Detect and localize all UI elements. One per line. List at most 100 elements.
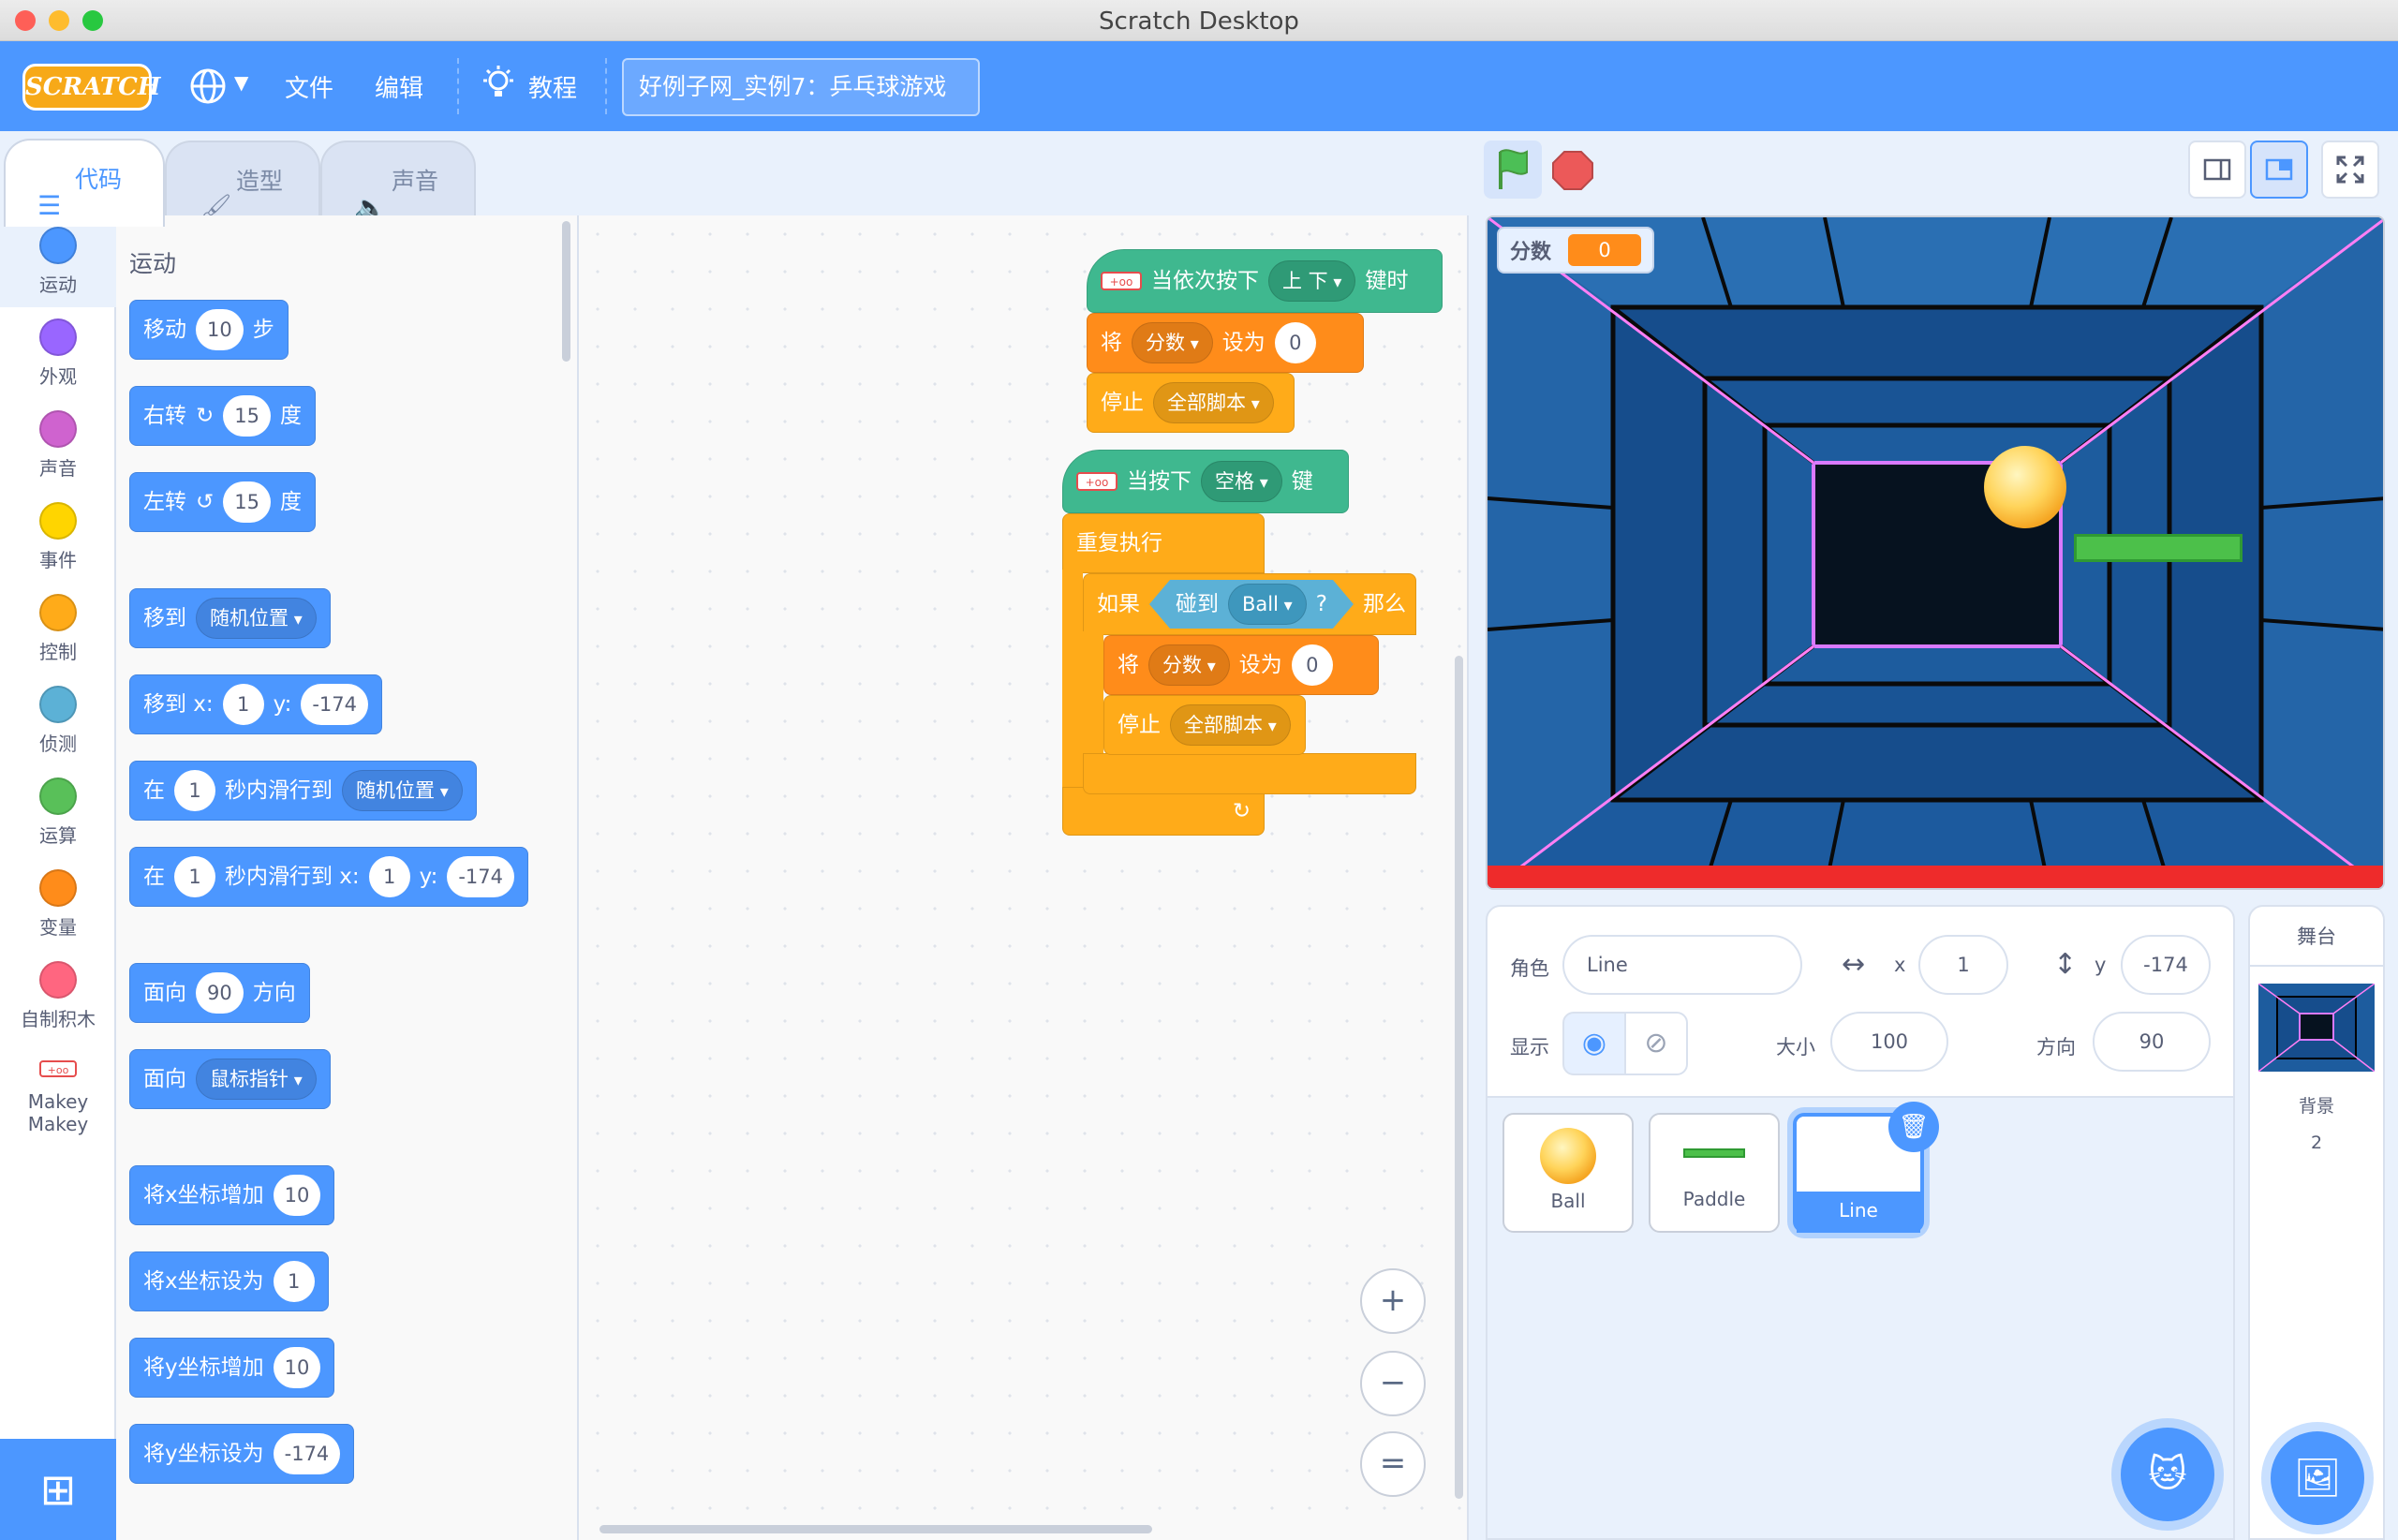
scratch-logo[interactable]: SCRATCH bbox=[22, 64, 160, 111]
block-dropdown[interactable]: 随机位置 bbox=[196, 598, 317, 639]
block-change-x[interactable]: 将x坐标增加 10 bbox=[129, 1165, 335, 1225]
block-input[interactable]: 15 bbox=[223, 481, 272, 523]
stage-selector[interactable]: 舞台 背景 2 🖼 bbox=[2248, 905, 2385, 1540]
block-input[interactable]: 1 bbox=[368, 856, 410, 897]
block-input[interactable]: 0 bbox=[1291, 644, 1333, 686]
workspace-vertical-scrollbar[interactable] bbox=[1455, 656, 1463, 1499]
block-input[interactable]: -174 bbox=[273, 1433, 341, 1474]
category-makey-makey[interactable]: +oo Makey Makey bbox=[0, 1059, 116, 1135]
add-extension-button[interactable]: ⊞ bbox=[0, 1439, 116, 1540]
script-workspace[interactable] bbox=[579, 215, 1469, 1540]
x-input[interactable]: 1 bbox=[1918, 935, 2008, 995]
tab-costumes[interactable]: 🖌 造型 bbox=[165, 141, 320, 225]
tab-code[interactable]: ☰ 代码 bbox=[4, 139, 165, 227]
project-title-input[interactable]: 好例子网_实例7：乒乓球游戏 bbox=[622, 58, 980, 116]
block-input[interactable]: 10 bbox=[273, 1347, 321, 1388]
block-point-towards[interactable]: 面向 鼠标指针 bbox=[129, 1049, 331, 1109]
sprite-tile-paddle[interactable]: Paddle bbox=[1649, 1113, 1780, 1233]
set-variable-block[interactable]: 将分数设为 0 bbox=[1103, 635, 1379, 695]
stage-canvas[interactable]: 分数 0 bbox=[1486, 215, 2385, 890]
set-variable-block[interactable]: 将分数设为 0 bbox=[1087, 313, 1364, 373]
category-looks[interactable]: 外观 bbox=[0, 318, 116, 389]
touching-block[interactable]: 碰到 Ball ? bbox=[1149, 580, 1354, 629]
block-set-x[interactable]: 将x坐标设为 1 bbox=[129, 1251, 329, 1311]
block-dropdown[interactable]: 鼠标指针 bbox=[196, 1059, 317, 1100]
paddle-sprite[interactable] bbox=[2074, 534, 2243, 562]
block-dropdown[interactable]: 随机位置 bbox=[342, 770, 463, 811]
zoom-out-button[interactable]: − bbox=[1360, 1351, 1426, 1416]
block-glide-to[interactable]: 在 1 秒内滑行到 随机位置 bbox=[129, 761, 477, 821]
stop-all-block[interactable]: 停止 全部脚本 bbox=[1087, 373, 1295, 433]
zoom-in-button[interactable]: + bbox=[1360, 1268, 1426, 1334]
zoom-reset-button[interactable]: = bbox=[1360, 1431, 1426, 1497]
block-dropdown[interactable]: 分数 bbox=[1132, 322, 1213, 363]
y-input[interactable]: -174 bbox=[2121, 935, 2211, 995]
line-sprite[interactable] bbox=[1488, 866, 2383, 888]
block-input[interactable]: 1 bbox=[222, 684, 264, 725]
category-control[interactable]: 控制 bbox=[0, 594, 116, 664]
show-sprite-button[interactable]: ◉ bbox=[1562, 1012, 1626, 1075]
delete-sprite-button[interactable]: 🗑 bbox=[1888, 1102, 1939, 1152]
block-input[interactable]: 1 bbox=[174, 770, 215, 811]
block-glide-to-xy[interactable]: 在 1 秒内滑行到 x: 1 y: -174 bbox=[129, 847, 529, 907]
ball-sprite[interactable] bbox=[1980, 442, 2070, 532]
x-arrows-icon: ↔ bbox=[1842, 948, 1866, 981]
block-text: 键时 bbox=[1365, 269, 1409, 293]
workspace-horizontal-scrollbar[interactable] bbox=[600, 1525, 1152, 1533]
block-input[interactable]: 10 bbox=[196, 309, 244, 350]
sprite-name-input[interactable]: Line bbox=[1562, 935, 1802, 995]
block-input[interactable]: -174 bbox=[301, 684, 369, 725]
category-sensing[interactable]: 侦测 bbox=[0, 686, 116, 756]
block-input[interactable]: 1 bbox=[273, 1261, 315, 1302]
block-dropdown[interactable]: 全部脚本 bbox=[1153, 382, 1274, 423]
block-dropdown[interactable]: 全部脚本 bbox=[1170, 704, 1291, 746]
language-menu[interactable]: ▼ bbox=[189, 66, 255, 107]
sprite-tile-ball[interactable]: Ball bbox=[1502, 1113, 1634, 1233]
block-dropdown[interactable]: 空格 bbox=[1201, 461, 1282, 502]
block-input[interactable]: 0 bbox=[1274, 322, 1316, 363]
when-key-pressed-hat-block[interactable]: +oo 当按下 空格 键 bbox=[1062, 450, 1349, 513]
block-input[interactable]: -174 bbox=[447, 856, 515, 897]
stop-all-block[interactable]: 停止 全部脚本 bbox=[1103, 695, 1306, 755]
file-menu[interactable]: 文件 bbox=[285, 69, 333, 104]
category-events[interactable]: 事件 bbox=[0, 502, 116, 572]
choose-backdrop-button[interactable]: 🖼 bbox=[2271, 1431, 2364, 1525]
fullscreen-button[interactable] bbox=[2321, 141, 2379, 199]
palette-scrollbar[interactable] bbox=[562, 221, 570, 362]
block-dropdown[interactable]: 分数 bbox=[1148, 644, 1230, 686]
choose-sprite-button[interactable]: 🐱 bbox=[2121, 1428, 2214, 1521]
block-point-direction[interactable]: 面向 90 方向 bbox=[129, 963, 310, 1023]
block-change-y[interactable]: 将y坐标增加 10 bbox=[129, 1338, 335, 1398]
score-monitor[interactable]: 分数 0 bbox=[1497, 227, 1655, 274]
block-turn-left[interactable]: 左转 ↺ 15 度 bbox=[129, 472, 317, 532]
edit-menu[interactable]: 编辑 bbox=[375, 69, 423, 104]
category-sound[interactable]: 声音 bbox=[0, 410, 116, 481]
forever-arm bbox=[1062, 570, 1083, 791]
block-input[interactable]: 10 bbox=[273, 1175, 321, 1216]
block-input[interactable]: 1 bbox=[174, 856, 215, 897]
hide-sprite-button[interactable]: ⊘ bbox=[1624, 1012, 1688, 1075]
small-stage-button[interactable] bbox=[2188, 141, 2246, 199]
when-keys-pressed-hat-block[interactable]: +oo 当依次按下 上 下 键时 bbox=[1087, 249, 1443, 313]
category-my-blocks[interactable]: 自制积木 bbox=[0, 961, 116, 1031]
tab-costumes-label: 造型 bbox=[236, 168, 284, 195]
direction-input[interactable]: 90 bbox=[2093, 1012, 2211, 1072]
block-go-to-xy[interactable]: 移到 x: 1 y: -174 bbox=[129, 674, 383, 734]
category-operators[interactable]: 运算 bbox=[0, 777, 116, 848]
block-move-steps[interactable]: 移动 10 步 bbox=[129, 300, 289, 360]
block-set-y[interactable]: 将y坐标设为 -174 bbox=[129, 1424, 355, 1484]
block-input[interactable]: 15 bbox=[223, 395, 272, 437]
green-flag-button[interactable] bbox=[1484, 141, 1542, 199]
block-dropdown[interactable]: 上 下 bbox=[1268, 260, 1356, 302]
block-go-to[interactable]: 移到 随机位置 bbox=[129, 588, 331, 648]
block-dropdown[interactable]: Ball bbox=[1228, 584, 1307, 625]
large-stage-button[interactable] bbox=[2250, 141, 2308, 199]
block-turn-right[interactable]: 右转 ↻ 15 度 bbox=[129, 386, 317, 446]
size-input[interactable]: 100 bbox=[1830, 1012, 1948, 1072]
block-input[interactable]: 90 bbox=[196, 972, 244, 1014]
category-variables[interactable]: 变量 bbox=[0, 869, 116, 940]
tutorials-button[interactable]: 教程 bbox=[481, 62, 585, 111]
stop-button[interactable] bbox=[1544, 141, 1602, 199]
rotate-left-icon: ↺ bbox=[196, 490, 215, 514]
tab-sounds[interactable]: 🔈 声音 bbox=[320, 141, 476, 225]
